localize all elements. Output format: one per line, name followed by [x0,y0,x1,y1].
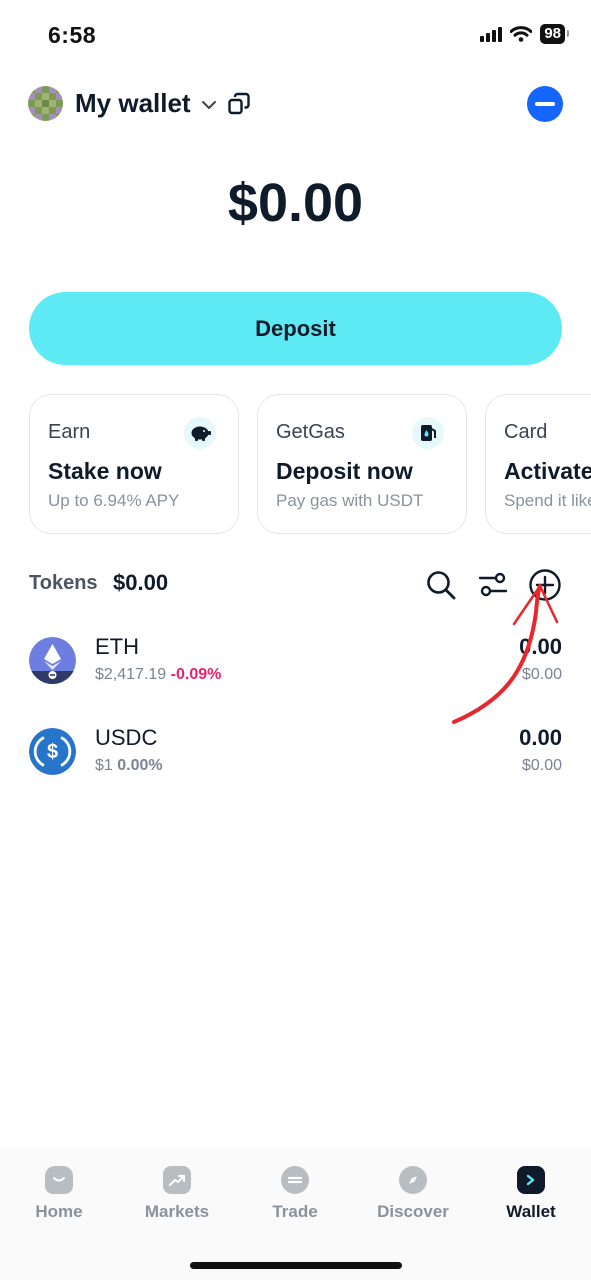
nav-label: Wallet [506,1202,556,1221]
network-badge-button[interactable] [527,86,563,122]
nav-trade[interactable]: Trade [236,1166,354,1222]
token-price-line: $2,417.19 -0.09% [95,666,221,684]
card-title: Deposit now [276,458,413,484]
token-value: $0.00 [521,757,562,774]
chevron-down-icon[interactable] [201,100,217,110]
nav-markets[interactable]: Markets [118,1166,236,1222]
nav-label: Discover [377,1202,449,1221]
gas-pump-icon [412,417,444,449]
cellular-signal-icon [480,26,503,42]
card-subtitle: Pay gas with USDT [276,491,424,510]
copy-icon[interactable] [227,92,251,116]
tokens-label: Tokens [29,572,98,594]
bottom-nav: Home Markets Trade Discover Wallet [0,1148,591,1280]
token-value: $0.00 [521,666,562,683]
total-balance: $0.00 [227,173,364,233]
home-indicator [190,1262,402,1269]
trade-icon [281,1166,309,1194]
add-token-icon[interactable] [528,568,562,602]
battery-indicator: 98 [540,24,569,44]
token-change: 0.00% [117,757,163,774]
card-category: Card [504,421,548,443]
nav-label: Markets [144,1202,210,1221]
token-symbol: USDC [95,725,158,750]
promo-cards-carousel[interactable]: Earn Stake now Up to 6.94% APY GetGas De… [29,394,591,534]
usdc-logo-icon: $ [29,728,76,775]
markets-icon [163,1166,191,1194]
token-row-usdc[interactable]: $ USDC $1 0.00% 0.00 $0.00 [29,723,562,779]
avatar[interactable] [28,85,63,121]
getgas-card[interactable]: GetGas Deposit now Pay gas with USDT [257,394,467,534]
status-indicators: 98 [480,24,569,44]
wifi-icon [510,26,533,42]
card-title: Activate [504,458,591,484]
card-subtitle: Spend it like cash [504,491,591,510]
nav-home[interactable]: Home [0,1166,118,1222]
minus-icon [535,102,555,106]
card-subtitle: Up to 6.94% APY [48,491,180,510]
token-change: -0.09% [170,666,222,683]
status-time: 6:58 [48,22,97,48]
token-row-eth[interactable]: ETH $2,417.19 -0.09% 0.00 $0.00 [29,632,562,688]
wallet-header: My wallet [28,84,563,122]
card-activation-card[interactable]: Card Activate Spend it like cash [485,394,591,534]
home-icon [45,1166,73,1194]
token-amount: 0.00 [519,634,562,659]
nav-label: Home [35,1202,83,1221]
token-symbol: ETH [95,634,139,659]
token-price: $2,417.19 [95,666,167,683]
tokens-total: $0.00 [113,570,169,595]
svg-text:$: $ [47,741,58,763]
nav-label: Trade [272,1202,318,1221]
compass-icon [399,1166,427,1194]
filter-icon[interactable] [476,568,510,602]
token-amount: 0.00 [519,725,562,750]
eth-logo-icon [29,637,76,684]
nav-discover[interactable]: Discover [354,1166,472,1222]
token-price: $1 [95,757,113,774]
nav-wallet[interactable]: Wallet [472,1166,590,1222]
wallet-name[interactable]: My wallet [75,88,191,119]
deposit-button[interactable]: Deposit [29,292,562,365]
piggy-bank-icon [184,417,216,449]
card-title: Stake now [48,458,162,484]
token-price-line: $1 0.00% [95,757,163,775]
earn-card[interactable]: Earn Stake now Up to 6.94% APY [29,394,239,534]
search-icon[interactable] [424,568,458,602]
wallet-icon [517,1166,545,1194]
